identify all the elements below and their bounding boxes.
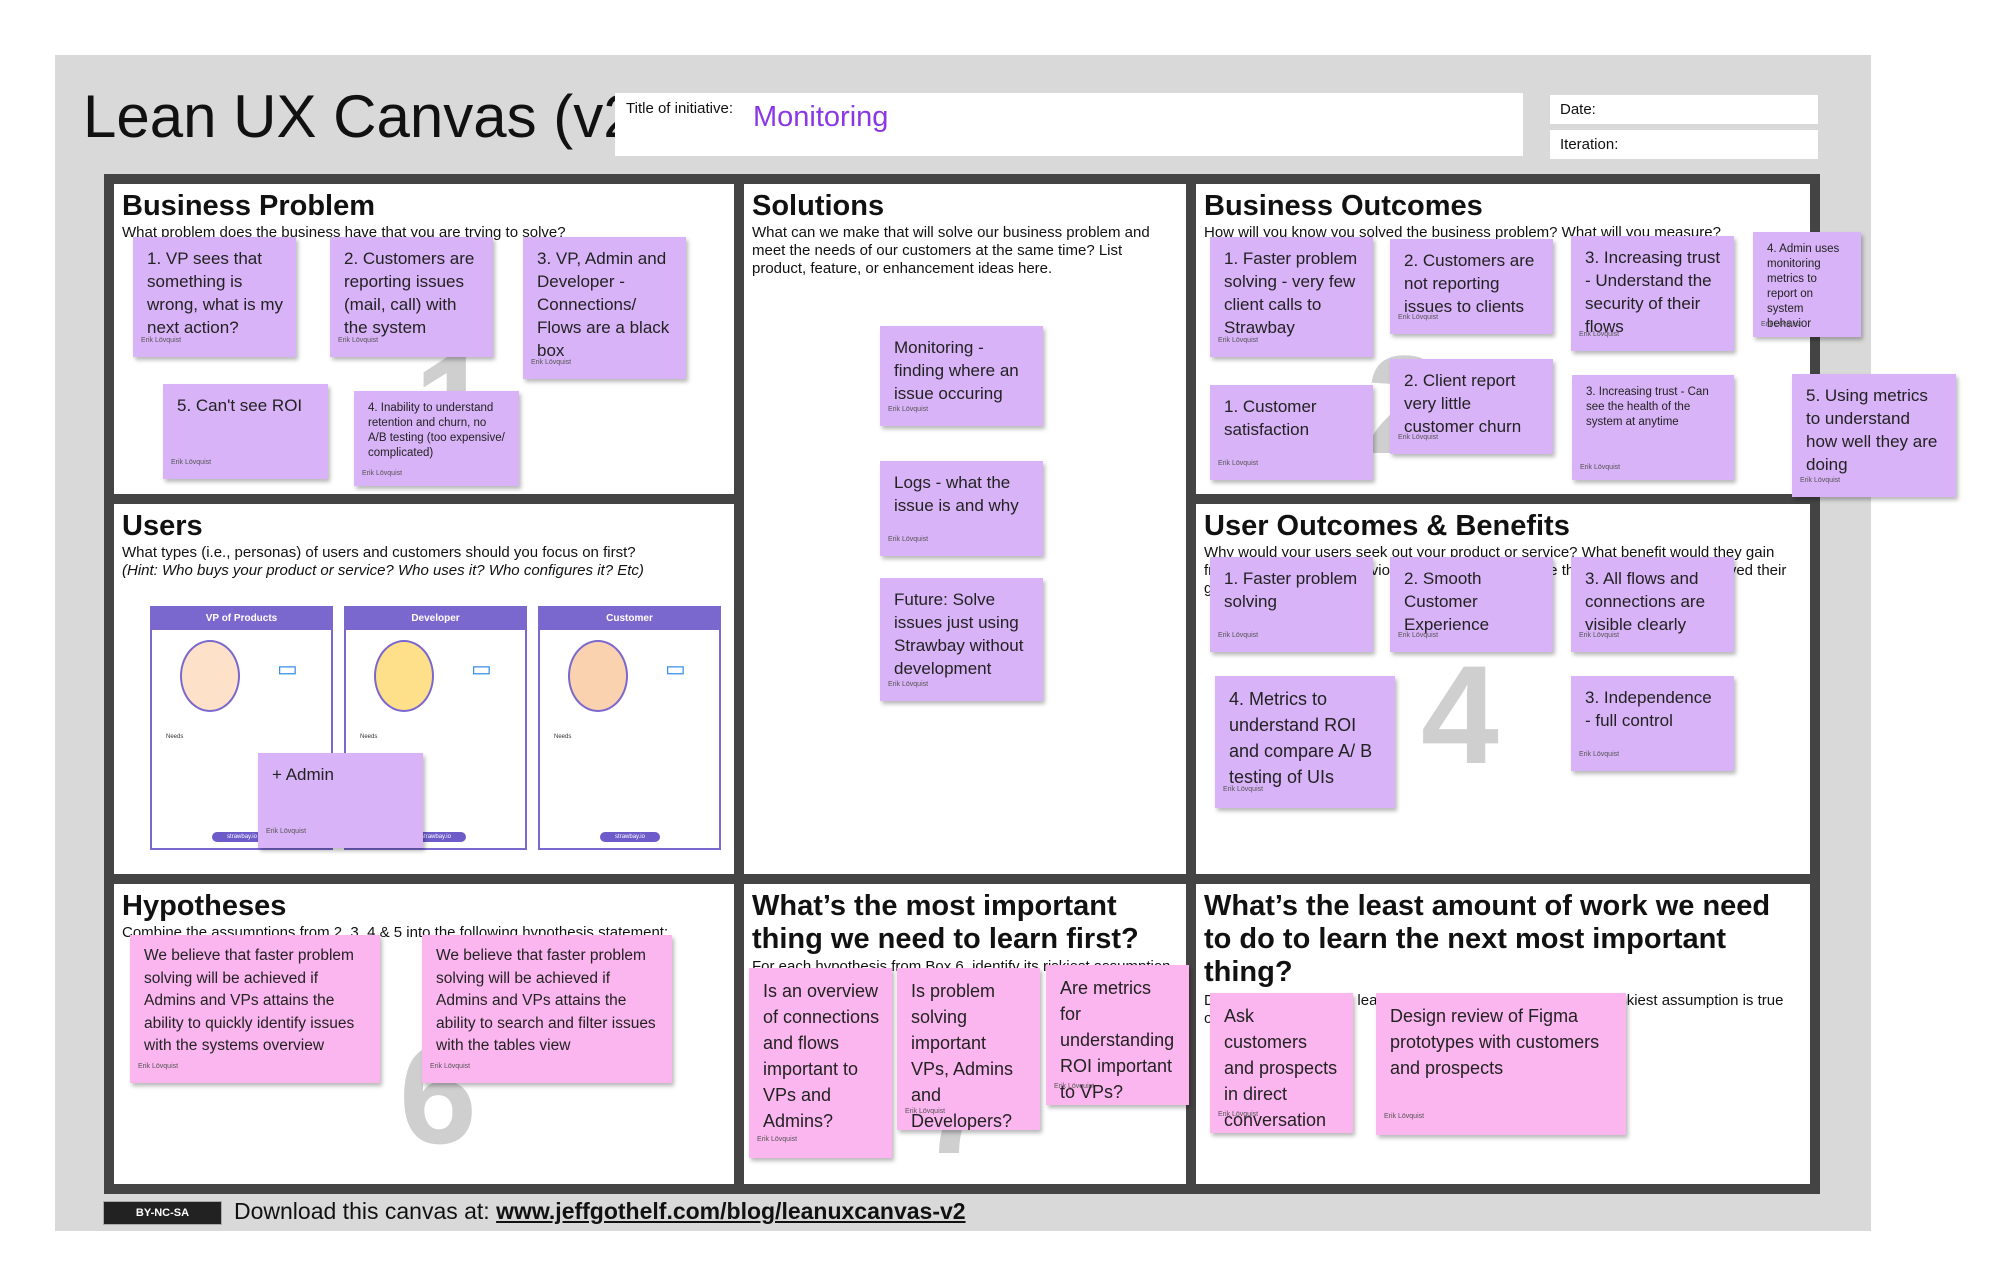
sticky-note[interactable]: 1. Customer satisfaction Erik Lövquist xyxy=(1210,385,1373,480)
persona-card-customer: Customer ▭ Needs strawbay.io xyxy=(538,606,721,850)
user-outcomes-title: User Outcomes & Benefits xyxy=(1204,510,1570,542)
persona-needs: Needs xyxy=(166,734,184,740)
persona-name: VP of Products xyxy=(152,608,331,630)
laptop-icon: ▭ xyxy=(665,656,686,681)
date-field[interactable]: Date: xyxy=(1550,95,1818,124)
sticky-note[interactable]: Are metrics for understanding ROI import… xyxy=(1046,965,1189,1105)
initiative-field[interactable] xyxy=(615,93,1523,156)
footer-label: Download this canvas at: xyxy=(234,1198,490,1224)
sticky-note[interactable]: 4. Metrics to understand ROI and compare… xyxy=(1215,676,1395,808)
sticky-note[interactable]: 1. Faster problem solving Erik Lövquist xyxy=(1210,557,1373,652)
least-work-title: What’s the least amount of work we need … xyxy=(1204,890,1771,988)
business-outcomes-title: Business Outcomes xyxy=(1204,190,1483,222)
sticky-note[interactable]: 5. Can't see ROI Erik Lövquist xyxy=(163,384,328,479)
sticky-note[interactable]: 2. Customers are reporting issues (mail,… xyxy=(330,237,493,357)
sticky-note[interactable]: 3. Independence - full control Erik Lövqu… xyxy=(1571,676,1734,771)
footer-link[interactable]: www.jeffgothelf.com/blog/leanuxcanvas-v2 xyxy=(496,1198,965,1224)
page-title: Lean UX Canvas (v2) xyxy=(83,83,657,150)
cc-license-badge: BY-NC-SA xyxy=(103,1201,222,1225)
avatar-icon xyxy=(180,640,240,712)
learn-first-title: What’s the most important thing we need … xyxy=(752,890,1139,955)
users-title: Users xyxy=(122,510,203,542)
initiative-value[interactable]: Monitoring xyxy=(753,101,888,134)
laptop-icon: ▭ xyxy=(471,656,492,681)
persona-needs: Needs xyxy=(554,734,572,740)
persona-needs: Needs xyxy=(360,734,378,740)
sticky-note[interactable]: + Admin Erik Lövquist xyxy=(258,753,423,848)
sticky-note[interactable]: Logs - what the issue is and why Erik Löv… xyxy=(880,461,1043,556)
sticky-note[interactable]: 4. Inability to understand retention and… xyxy=(354,391,519,486)
sticky-note[interactable]: 2. Client report very little customer ch… xyxy=(1390,359,1553,454)
avatar-icon xyxy=(568,640,628,712)
initiative-label: Title of initiative: xyxy=(626,100,733,117)
sticky-note[interactable]: 3. Increasing trust - Understand the sec… xyxy=(1571,236,1734,351)
sticky-note[interactable]: 3. VP, Admin and Developer - Connections… xyxy=(523,237,686,379)
persona-name: Developer xyxy=(346,608,525,630)
solutions-desc: What can we make that will solve our bus… xyxy=(752,224,1150,277)
box-number: 4 xyxy=(1421,636,1499,793)
sticky-note[interactable]: 2. Customers are not reporting issues to… xyxy=(1390,239,1553,334)
sticky-note[interactable]: We believe that faster problem solving w… xyxy=(130,935,380,1083)
sticky-note[interactable]: Is an overview of connections and flows … xyxy=(749,968,892,1158)
sticky-note[interactable]: 5. Using metrics to understand how well … xyxy=(1792,374,1956,497)
business-problem-title: Business Problem xyxy=(122,190,376,222)
sticky-note[interactable]: Monitoring - finding where an issue occu… xyxy=(880,326,1043,426)
sticky-note[interactable]: 2. Smooth Customer Experience Erik Lövqui… xyxy=(1390,557,1553,652)
users-hint: (Hint: Who buys your product or service?… xyxy=(122,562,644,579)
iteration-field[interactable]: Iteration: xyxy=(1550,130,1818,159)
hypotheses-title: Hypotheses xyxy=(122,890,287,922)
sticky-note[interactable]: Future: Solve issues just using Strawbay… xyxy=(880,578,1043,701)
sticky-note[interactable]: 3. All flows and connections are visible… xyxy=(1571,557,1734,652)
sticky-note[interactable]: 1. Faster problem solving - very few cli… xyxy=(1210,237,1373,357)
sticky-note[interactable]: 1. VP sees that something is wrong, what… xyxy=(133,237,296,357)
sticky-note[interactable]: 3. Increasing trust - Can see the health… xyxy=(1572,375,1734,480)
users-desc: What types (i.e., personas) of users and… xyxy=(122,544,636,561)
persona-name: Customer xyxy=(540,608,719,630)
sticky-note[interactable]: Ask customers and prospects in direct co… xyxy=(1210,993,1353,1133)
footer-text: Download this canvas at: www.jeffgothelf… xyxy=(234,1198,966,1225)
sticky-note[interactable]: Design review of Figma prototypes with c… xyxy=(1376,993,1626,1135)
sticky-note[interactable]: 4. Admin uses monitoring metrics to repo… xyxy=(1753,232,1861,337)
sticky-note[interactable]: Is problem solving important VPs, Admins… xyxy=(897,968,1040,1130)
solutions-title: Solutions xyxy=(752,190,885,222)
avatar-icon xyxy=(374,640,434,712)
laptop-icon: ▭ xyxy=(277,656,298,681)
sticky-note[interactable]: We believe that faster problem solving w… xyxy=(422,935,672,1083)
persona-pill: strawbay.io xyxy=(600,832,660,842)
